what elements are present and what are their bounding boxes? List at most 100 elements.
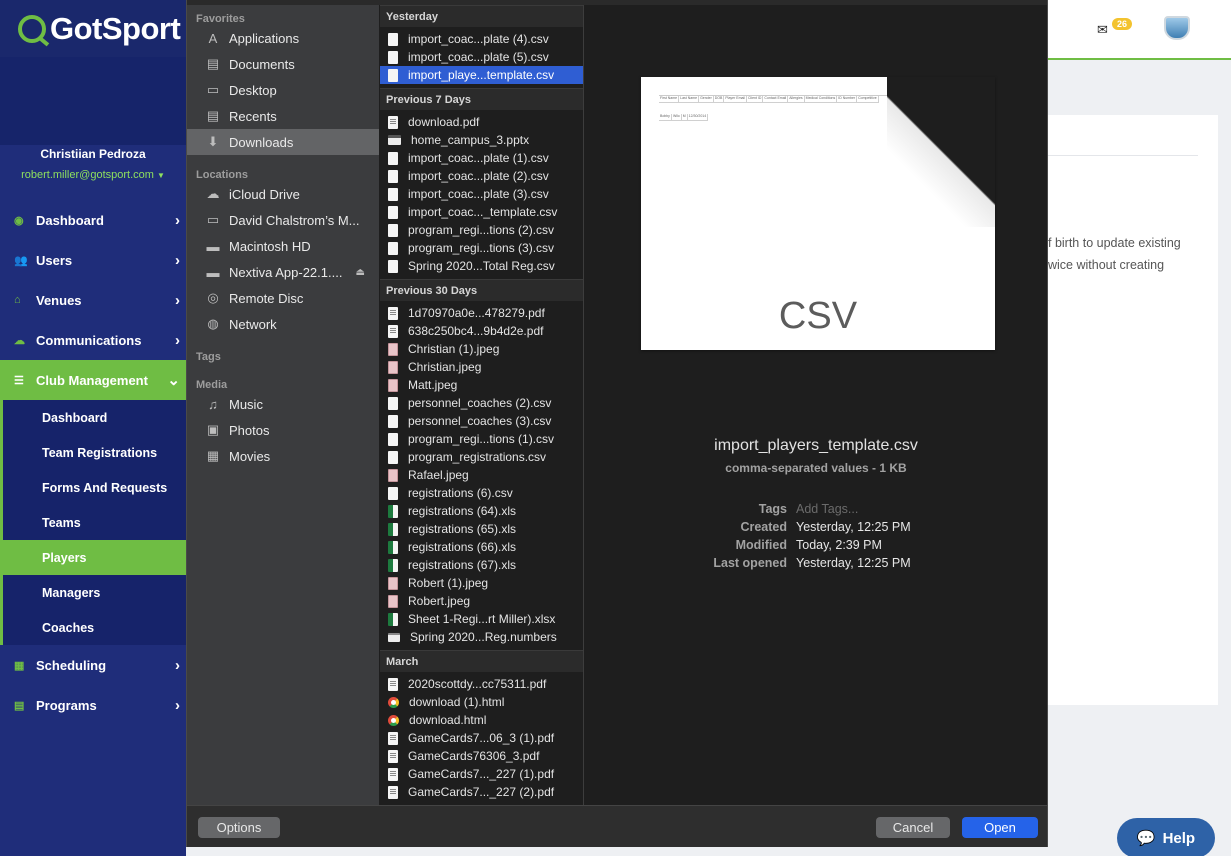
sidebar-item[interactable]: ▬ Nextiva App-22.1.... ⏏	[187, 259, 379, 285]
pdf-file-icon	[388, 785, 398, 799]
nav-item[interactable]: ▤ Programs ›	[0, 685, 186, 725]
file-row[interactable]: registrations (6).csv	[380, 484, 583, 502]
nav-item[interactable]: 👥 Users ›	[0, 240, 186, 280]
file-name: home_campus_3.pptx	[411, 133, 530, 147]
chevron-right-icon: ›	[175, 251, 180, 269]
sidebar-item-label: iCloud Drive	[229, 186, 300, 202]
nav-item[interactable]: ☰ Club Management ⌄	[0, 360, 186, 400]
subnav-item[interactable]: Coaches	[3, 610, 186, 645]
mail-icon[interactable]: ✉	[1097, 22, 1108, 38]
club-crest-avatar[interactable]	[1164, 16, 1190, 40]
thumbnail-header-cell: Allergies	[788, 96, 805, 103]
file-row[interactable]: registrations (64).xls	[380, 502, 583, 520]
sidebar-item[interactable]: ▭ David Chalstrom’s M...	[187, 207, 379, 233]
sidebar-item-label: Recents	[229, 108, 277, 124]
file-list-column[interactable]: Yesterday import_coac...plate (4).csv im…	[380, 5, 584, 805]
eject-icon[interactable]: ⏏	[356, 267, 365, 278]
user-email: robert.miller@gotsport.com	[21, 169, 154, 181]
file-row[interactable]: Sheet 1-Regi...rt Miller).xlsx	[380, 610, 583, 628]
file-row[interactable]: GameCards7..._227 (1).pdf	[380, 765, 583, 783]
file-row[interactable]: registrations (66).xls	[380, 538, 583, 556]
options-button[interactable]: Options	[198, 817, 280, 838]
metadata-row: Last opened Yesterday, 12:25 PM	[585, 556, 1047, 574]
subnav-item[interactable]: Forms And Requests	[3, 470, 186, 505]
file-row[interactable]: home_campus_3.pptx	[380, 131, 583, 149]
file-row[interactable]: 638c250bc4...9b4d2e.pdf	[380, 322, 583, 340]
sidebar-item[interactable]: ▤ Documents	[187, 51, 379, 77]
file-row[interactable]: import_playe...template.csv	[380, 66, 583, 84]
file-name: 1d70970a0e...478279.pdf	[408, 306, 545, 320]
file-row[interactable]: Robert (1).jpeg	[380, 574, 583, 592]
help-button[interactable]: 💬 Help	[1117, 818, 1215, 856]
file-row[interactable]: Rafael.jpeg	[380, 466, 583, 484]
sidebar-item-label: Macintosh HD	[229, 238, 311, 254]
file-row[interactable]: import_coac...plate (5).csv	[380, 48, 583, 66]
pptx-file-icon	[388, 135, 401, 145]
file-row[interactable]: GameCards76306_3.pdf	[380, 747, 583, 765]
sidebar-item[interactable]: A Applications	[187, 25, 379, 51]
file-row[interactable]: Spring 2020...Reg.numbers	[380, 628, 583, 646]
nav-item[interactable]: ◉ Dashboard ›	[0, 200, 186, 240]
file-row[interactable]: 1d70970a0e...478279.pdf	[380, 304, 583, 322]
sidebar-item[interactable]: ▤ Recents	[187, 103, 379, 129]
user-name: Christiian Pedroza	[40, 147, 146, 161]
pdf-file-icon	[388, 767, 398, 781]
csv-file-icon	[388, 187, 398, 201]
gotsport-logo[interactable]: GotSport	[0, 0, 186, 57]
applications-icon: A	[208, 30, 218, 46]
subnav-item[interactable]: Teams	[3, 505, 186, 540]
file-row[interactable]: import_coac...plate (1).csv	[380, 149, 583, 167]
csv-file-icon	[388, 396, 398, 410]
file-row[interactable]: program_regi...tions (1).csv	[380, 430, 583, 448]
subnav-item-label: Players	[42, 550, 87, 565]
nav-item[interactable]: ⌂ Venues ›	[0, 280, 186, 320]
open-button[interactable]: Open	[962, 817, 1038, 838]
subnav-item[interactable]: Dashboard	[3, 400, 186, 435]
file-row[interactable]: import_coac...plate (4).csv	[380, 30, 583, 48]
sidebar-item[interactable]: ♫ Music	[187, 391, 379, 417]
file-row[interactable]: import_coac...plate (3).csv	[380, 185, 583, 203]
sidebar-item[interactable]: ▬ Macintosh HD	[187, 233, 379, 259]
content-text-line: f birth to update existing	[1048, 236, 1181, 250]
media-list: ♫ Music ▣ Photos ▦ Movies	[187, 391, 379, 469]
file-row[interactable]: import_coac...plate (2).csv	[380, 167, 583, 185]
file-row[interactable]: personnel_coaches (3).csv	[380, 412, 583, 430]
sidebar-item[interactable]: ⬇ Downloads	[187, 129, 379, 155]
subnav-item[interactable]: Managers	[3, 575, 186, 610]
file-row[interactable]: download.pdf	[380, 113, 583, 131]
file-row[interactable]: Matt.jpeg	[380, 376, 583, 394]
sidebar-item[interactable]: ◎ Remote Disc	[187, 285, 379, 311]
sidebar-item[interactable]: ▭ Desktop	[187, 77, 379, 103]
nav-item[interactable]: ▦ Scheduling ›	[0, 645, 186, 685]
nav-item[interactable]: ☁ Communications ›	[0, 320, 186, 360]
subnav-item-label: Managers	[42, 585, 101, 600]
file-row[interactable]: personnel_coaches (2).csv	[380, 394, 583, 412]
file-row[interactable]: download.html	[380, 711, 583, 729]
file-row[interactable]: registrations (67).xls	[380, 556, 583, 574]
file-row[interactable]: GameCards7...06_3 (1).pdf	[380, 729, 583, 747]
sidebar-item[interactable]: ◍ Network	[187, 311, 379, 337]
sidebar-item[interactable]: ☁ iCloud Drive	[187, 181, 379, 207]
file-row[interactable]: registrations (65).xls	[380, 520, 583, 538]
file-row[interactable]: Spring 2020...Total Reg.csv	[380, 257, 583, 275]
subnav-item[interactable]: Players	[3, 540, 186, 575]
file-row[interactable]: Christian.jpeg	[380, 358, 583, 376]
file-row[interactable]: 2020scottdy...cc75311.pdf	[380, 675, 583, 693]
subnav-item[interactable]: Team Registrations	[3, 435, 186, 470]
sidebar-item[interactable]: ▦ Movies	[187, 443, 379, 469]
content-divider	[1048, 155, 1198, 156]
cancel-button[interactable]: Cancel	[876, 817, 950, 838]
file-row[interactable]: program_regi...tions (3).csv	[380, 239, 583, 257]
file-row[interactable]: GameCards7..._227 (2).pdf	[380, 783, 583, 801]
file-row[interactable]: download (1).html	[380, 693, 583, 711]
content-text-line: wice without creating	[1048, 258, 1165, 272]
file-row[interactable]: program_regi...tions (2).csv	[380, 221, 583, 239]
file-row[interactable]: Robert.jpeg	[380, 592, 583, 610]
xls-file-icon	[388, 522, 398, 536]
add-tags-field[interactable]: Add Tags...	[796, 502, 858, 516]
file-row[interactable]: import_coac..._template.csv	[380, 203, 583, 221]
file-row[interactable]: program_registrations.csv	[380, 448, 583, 466]
file-row[interactable]: Christian (1).jpeg	[380, 340, 583, 358]
user-email-dropdown[interactable]: robert.miller@gotsport.com ▼	[0, 169, 186, 181]
sidebar-item[interactable]: ▣ Photos	[187, 417, 379, 443]
